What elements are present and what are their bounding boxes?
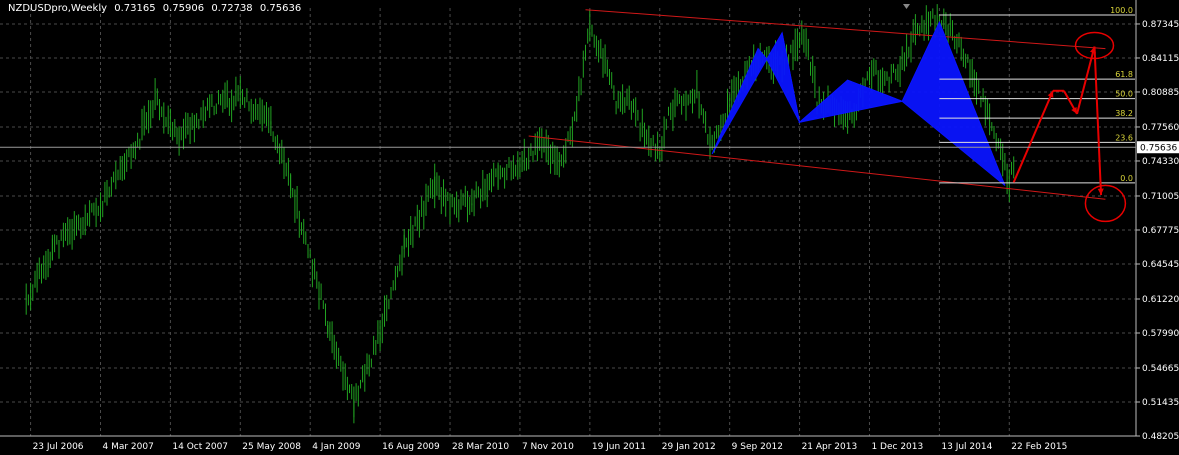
x-tick-label: 4 Mar 2007 bbox=[102, 442, 153, 452]
x-tick-label: 25 May 2008 bbox=[242, 442, 301, 452]
y-tick-label: 0.64545 bbox=[1142, 260, 1179, 270]
x-tick-label: 29 Jan 2012 bbox=[662, 442, 716, 452]
x-tick-label: 7 Nov 2010 bbox=[522, 442, 574, 452]
open-value: 0.73165 bbox=[114, 3, 156, 14]
fib-level-label: 100.0 bbox=[1110, 6, 1133, 15]
chart-window[interactable]: 0.87345 0.84115 0.80885 0.77560 0.74330 0.710… bbox=[0, 0, 1179, 455]
chart-header: NZDUSDpro,Weekly 0.73165 0.75906 0.72738… bbox=[8, 3, 305, 14]
x-tick-label: 21 Apr 2013 bbox=[802, 442, 858, 452]
close-value: 0.75636 bbox=[259, 3, 302, 14]
harmonic-triangle[interactable] bbox=[711, 47, 768, 155]
x-tick-label: 28 Mar 2010 bbox=[452, 442, 509, 452]
fib-level-label: 61.8 bbox=[1115, 70, 1133, 79]
x-tick-label: 1 Dec 2013 bbox=[871, 442, 923, 452]
y-tick-label: 0.57990 bbox=[1142, 329, 1179, 339]
x-tick-label: 4 Jan 2009 bbox=[312, 442, 360, 452]
y-tick-label: 0.87345 bbox=[1142, 20, 1179, 30]
price-chart[interactable]: 0.87345 0.84115 0.80885 0.77560 0.74330 0.710… bbox=[0, 0, 1179, 455]
y-tick-label: 0.84115 bbox=[1142, 54, 1179, 64]
fib-level-label: 38.2 bbox=[1115, 109, 1133, 118]
chart-shift-marker[interactable] bbox=[903, 4, 910, 9]
y-tick-label: 0.71005 bbox=[1142, 192, 1179, 202]
harmonic-triangle[interactable] bbox=[766, 31, 801, 123]
low-value: 0.72738 bbox=[211, 3, 253, 14]
projection-arrowhead bbox=[1097, 188, 1104, 195]
x-tick-label: 16 Aug 2009 bbox=[382, 442, 440, 452]
y-tick-label: 0.48205 bbox=[1142, 432, 1179, 442]
y-tick-label: 0.51435 bbox=[1142, 398, 1179, 408]
fib-level-label: 50.0 bbox=[1115, 90, 1133, 99]
target-circle[interactable] bbox=[1084, 184, 1127, 223]
high-value: 0.75906 bbox=[162, 3, 205, 14]
fib-level-label: 23.6 bbox=[1115, 133, 1133, 142]
fib-level-label: 0.0 bbox=[1120, 174, 1133, 183]
x-tick-label: 22 Feb 2015 bbox=[1011, 442, 1067, 452]
y-tick-label: 0.54665 bbox=[1142, 364, 1179, 374]
x-tick-label: 14 Oct 2007 bbox=[172, 442, 228, 452]
projection-segment[interactable] bbox=[1012, 90, 1054, 183]
current-price-label: 0.75636 bbox=[1140, 144, 1177, 154]
x-tick-label: 9 Sep 2012 bbox=[732, 442, 783, 452]
y-tick-label: 0.74330 bbox=[1142, 157, 1179, 167]
x-tick-label: 19 Jun 2011 bbox=[592, 442, 646, 452]
symbol-period-label: NZDUSDpro,Weekly bbox=[8, 3, 108, 14]
y-tick-label: 0.77560 bbox=[1142, 123, 1179, 133]
trendline[interactable] bbox=[585, 9, 1106, 50]
projection-segment[interactable] bbox=[1093, 46, 1103, 196]
y-tick-label: 0.67775 bbox=[1142, 226, 1179, 236]
y-tick-label: 0.61220 bbox=[1142, 295, 1179, 305]
y-tick-label: 0.80885 bbox=[1142, 88, 1179, 98]
x-tick-label: 13 Jul 2014 bbox=[941, 442, 992, 452]
x-tick-label: 23 Jul 2006 bbox=[33, 442, 84, 452]
